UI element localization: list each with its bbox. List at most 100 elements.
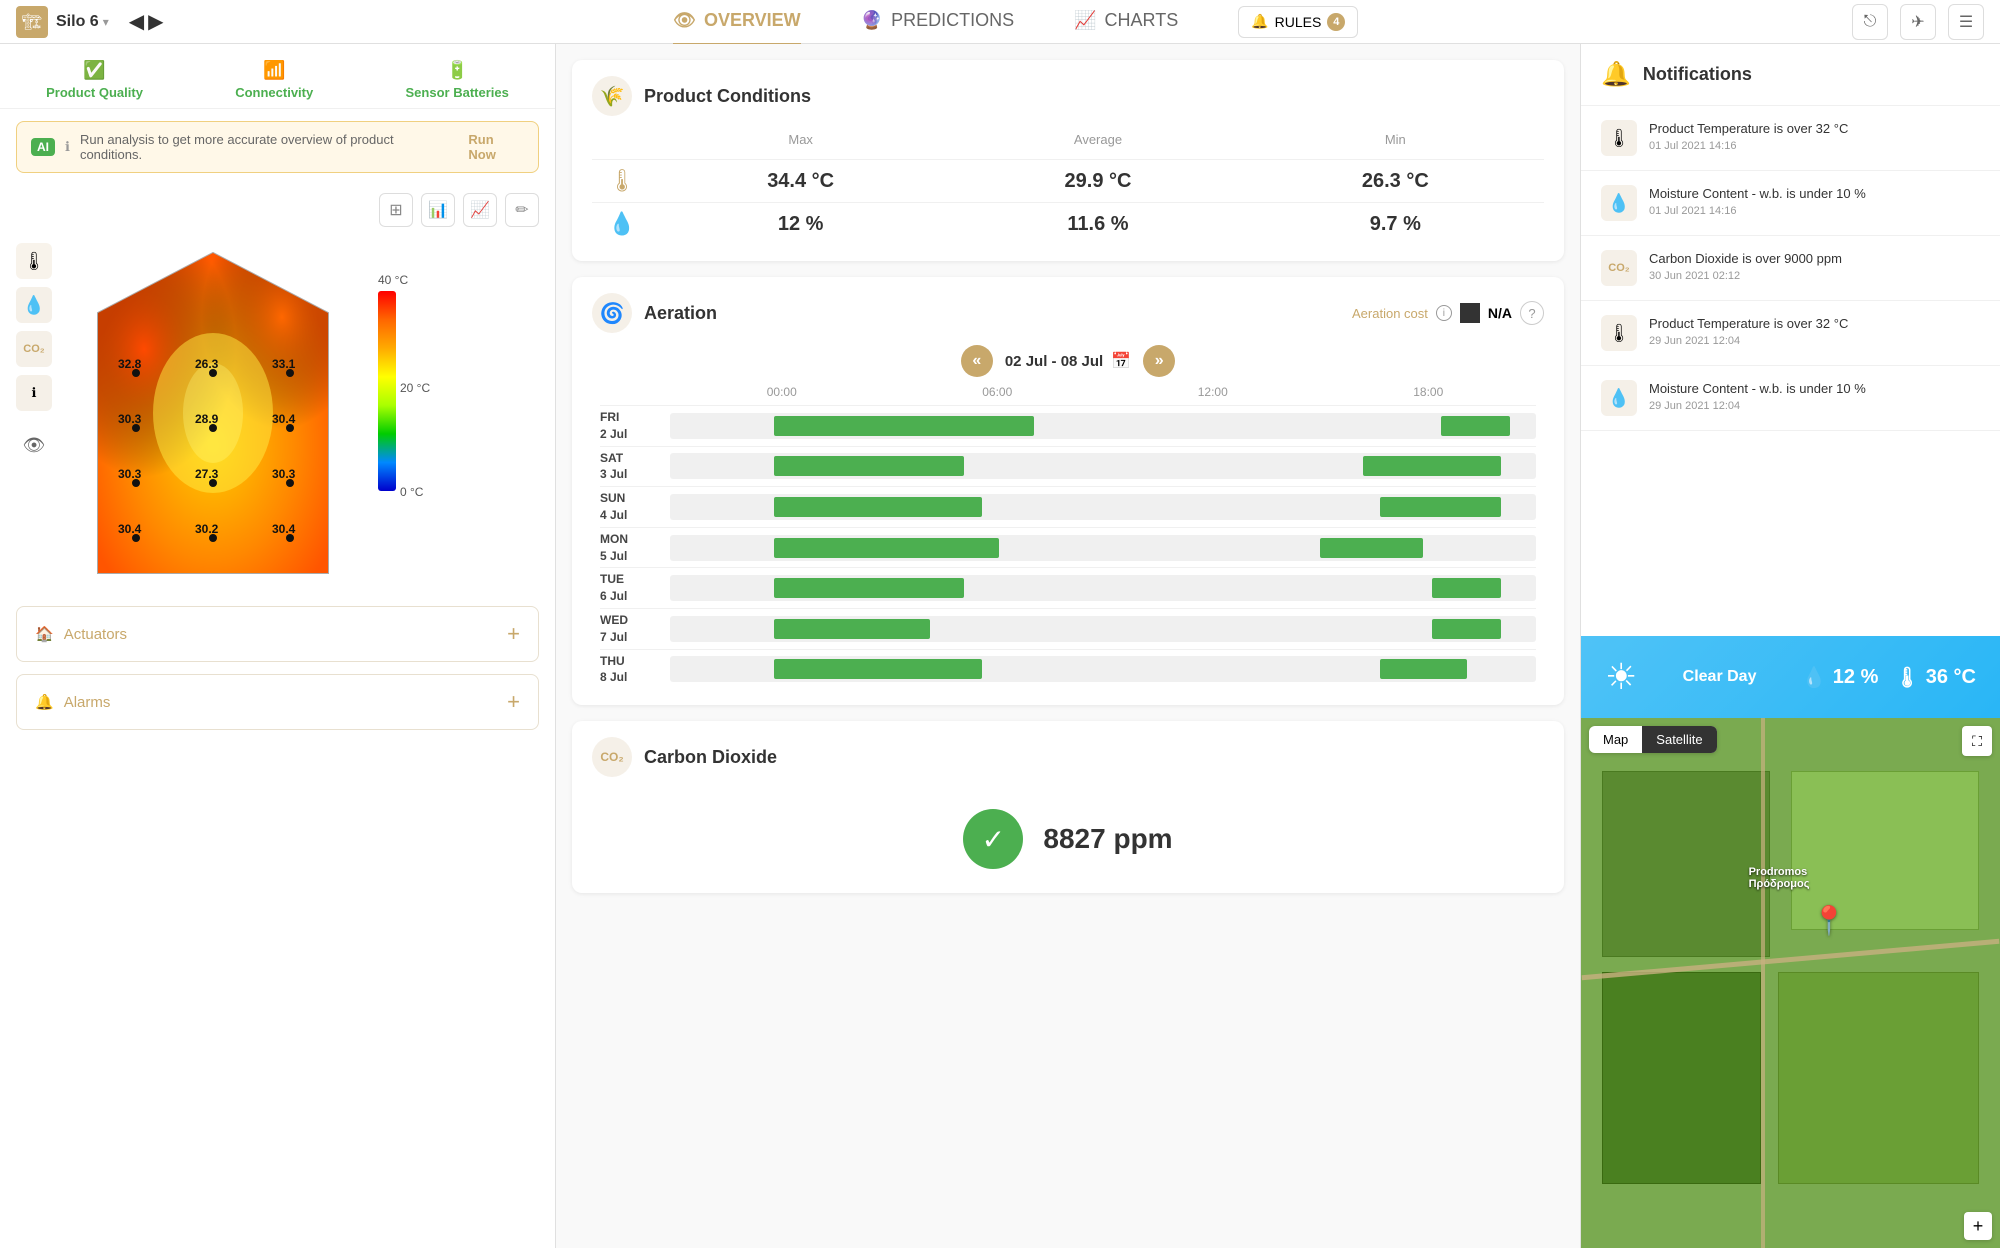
- notif-message-4: Product Temperature is over 32 °C: [1649, 315, 1848, 333]
- notification-item[interactable]: 💧 Moisture Content - w.b. is under 10 % …: [1581, 366, 2000, 431]
- header-actions: ⎋ ✈ ☰: [1852, 4, 1984, 40]
- notification-item[interactable]: CO₂ Carbon Dioxide is over 9000 ppm 30 J…: [1581, 236, 2000, 301]
- ai-banner: AI ℹ Run analysis to get more accurate o…: [16, 121, 539, 173]
- notif-icon-3: CO₂: [1601, 250, 1637, 286]
- sun-bar-2: [1380, 497, 1501, 517]
- nav-left-arrow[interactable]: ◀: [129, 9, 144, 34]
- map-fullscreen-button[interactable]: ⛶: [1962, 726, 1992, 756]
- svg-text:28.9: 28.9: [195, 412, 219, 426]
- actuators-icon: 🏠: [35, 625, 54, 643]
- rules-badge: 4: [1327, 13, 1345, 31]
- aeration-help-icon[interactable]: ?: [1520, 301, 1544, 325]
- heatmap-toolbar: ⊞ 📊 📈 ✏: [0, 185, 555, 235]
- map-zoom-plus-button[interactable]: +: [1964, 1212, 1992, 1240]
- aeration-cost-label: Aeration cost: [1352, 306, 1428, 321]
- predictions-label: PREDICTIONS: [891, 10, 1014, 31]
- actuators-expand-icon[interactable]: +: [507, 621, 520, 647]
- heatmap-tool-trend[interactable]: 📈: [463, 193, 497, 227]
- day-fri: FRI 2 Jul: [600, 409, 670, 443]
- schedule-grid: 00:00 06:00 12:00 18:00 FRI 2 Jul: [592, 385, 1544, 689]
- product-quality-check-icon: ✅: [83, 60, 105, 81]
- aeration-icon: 🌀: [592, 293, 632, 333]
- send-button[interactable]: ✈: [1900, 4, 1936, 40]
- rules-button[interactable]: 🔔 RULES 4: [1238, 6, 1358, 38]
- product-quality-label: Product Quality: [46, 85, 143, 100]
- notification-item[interactable]: 🌡 Product Temperature is over 32 °C 29 J…: [1581, 301, 2000, 366]
- col-avg: Average: [949, 132, 1246, 147]
- sensor-icon-temperature[interactable]: 🌡: [16, 243, 52, 279]
- aeration-info-icon[interactable]: i: [1436, 305, 1452, 321]
- map-marker: 📍: [1811, 904, 1846, 937]
- tue-bar-2: [1432, 578, 1501, 598]
- heatmap-container: 🌡 💧 CO₂ ℹ 👁: [0, 235, 555, 594]
- time-18: 18:00: [1321, 385, 1537, 399]
- sensor-batteries-icon: 🔋: [446, 60, 468, 81]
- notif-icon-5: 💧: [1601, 380, 1637, 416]
- time-12: 12:00: [1105, 385, 1321, 399]
- map-tab-map[interactable]: Map: [1589, 726, 1642, 753]
- tab-sensor-batteries[interactable]: 🔋 Sensor Batteries: [406, 60, 509, 100]
- tab-product-quality[interactable]: ✅ Product Quality: [46, 60, 143, 100]
- alarms-section[interactable]: 🔔 Alarms +: [16, 674, 539, 730]
- app-logo: 🏗: [16, 6, 48, 38]
- notifications-header: 🔔 Notifications: [1581, 44, 2000, 106]
- co2-card: CO₂ Carbon Dioxide ✓ 8827 ppm: [572, 721, 1564, 893]
- eye-icon[interactable]: 👁: [16, 427, 52, 463]
- nav-predictions[interactable]: 🔮 PREDICTIONS: [861, 0, 1014, 46]
- fri-bar-1: [774, 416, 1034, 436]
- aeration-next-button[interactable]: »: [1143, 345, 1175, 377]
- run-now-button[interactable]: Run Now: [468, 132, 524, 162]
- svg-text:30.2: 30.2: [195, 522, 219, 536]
- weather-card: ☀ Clear Day 💧 12 % 🌡 36 °C: [1581, 636, 2000, 718]
- predictions-icon: 🔮: [861, 10, 883, 31]
- day-sat: SAT 3 Jul: [600, 450, 670, 484]
- notification-item[interactable]: 🌡 Product Temperature is over 32 °C 01 J…: [1581, 106, 2000, 171]
- left-panel: ✅ Product Quality 📶 Connectivity 🔋 Senso…: [0, 44, 556, 1248]
- conditions-header-row: Max Average Min: [592, 132, 1544, 147]
- menu-button[interactable]: ☰: [1948, 4, 1984, 40]
- map-tab-satellite[interactable]: Satellite: [1642, 726, 1716, 753]
- humidity-value: 12 %: [1833, 666, 1879, 689]
- nav-overview[interactable]: 👁 OVERVIEW: [673, 0, 801, 46]
- schedule-sat: SAT 3 Jul: [600, 446, 1536, 487]
- alarms-expand-icon[interactable]: +: [507, 689, 520, 715]
- notif-time-1: 01 Jul 2021 14:16: [1649, 140, 1848, 152]
- tab-connectivity[interactable]: 📶 Connectivity: [235, 60, 313, 100]
- heatmap-tool-edit[interactable]: ✏: [505, 193, 539, 227]
- heatmap-tool-layers[interactable]: ⊞: [379, 193, 413, 227]
- weather-sun-icon: ☀: [1605, 656, 1637, 698]
- notif-icon-1: 🌡: [1601, 120, 1637, 156]
- sensor-icon-co2[interactable]: CO₂: [16, 331, 52, 367]
- notification-item[interactable]: 💧 Moisture Content - w.b. is under 10 % …: [1581, 171, 2000, 236]
- notifications-list: 🌡 Product Temperature is over 32 °C 01 J…: [1581, 106, 2000, 636]
- aeration-date-range: 02 Jul - 08 Jul 📅: [1005, 351, 1131, 371]
- nav-right-arrow[interactable]: ▶: [148, 9, 163, 34]
- heatmap-tool-chart[interactable]: 📊: [421, 193, 455, 227]
- aeration-nav: « 02 Jul - 08 Jul 📅 »: [592, 345, 1544, 377]
- aeration-prev-button[interactable]: «: [961, 345, 993, 377]
- actuators-section[interactable]: 🏠 Actuators +: [16, 606, 539, 662]
- notif-time-4: 29 Jun 2021 12:04: [1649, 335, 1848, 347]
- conditions-moisture-row: 💧 12 % 11.6 % 9.7 %: [592, 202, 1544, 245]
- schedule-mon: MON 5 Jul: [600, 527, 1536, 568]
- aeration-title: Aeration: [644, 303, 717, 324]
- wed-bar-2: [1432, 619, 1501, 639]
- sensor-icon-info[interactable]: ℹ: [16, 375, 52, 411]
- co2-card-icon: CO₂: [592, 737, 632, 777]
- info-icon: ℹ: [65, 139, 70, 155]
- day-thu: THU 8 Jul: [600, 653, 670, 687]
- notif-message-1: Product Temperature is over 32 °C: [1649, 120, 1848, 138]
- calendar-icon[interactable]: 📅: [1111, 351, 1131, 371]
- notif-icon-2: 💧: [1601, 185, 1637, 221]
- nav-charts[interactable]: 📈 CHARTS: [1074, 0, 1178, 46]
- scale-max-label: 40 °C: [378, 273, 408, 287]
- co2-value: 8827 ppm: [1043, 823, 1172, 855]
- col-max: Max: [652, 132, 949, 147]
- svg-text:27.3: 27.3: [195, 467, 219, 481]
- schedule-thu: THU 8 Jul: [600, 649, 1536, 690]
- day-sun: SUN 4 Jul: [600, 490, 670, 524]
- sensor-icon-moisture[interactable]: 💧: [16, 287, 52, 323]
- share-button[interactable]: ⎋: [1852, 4, 1888, 40]
- schedule-wed: WED 7 Jul: [600, 608, 1536, 649]
- temperature-value: 36 °C: [1926, 666, 1976, 689]
